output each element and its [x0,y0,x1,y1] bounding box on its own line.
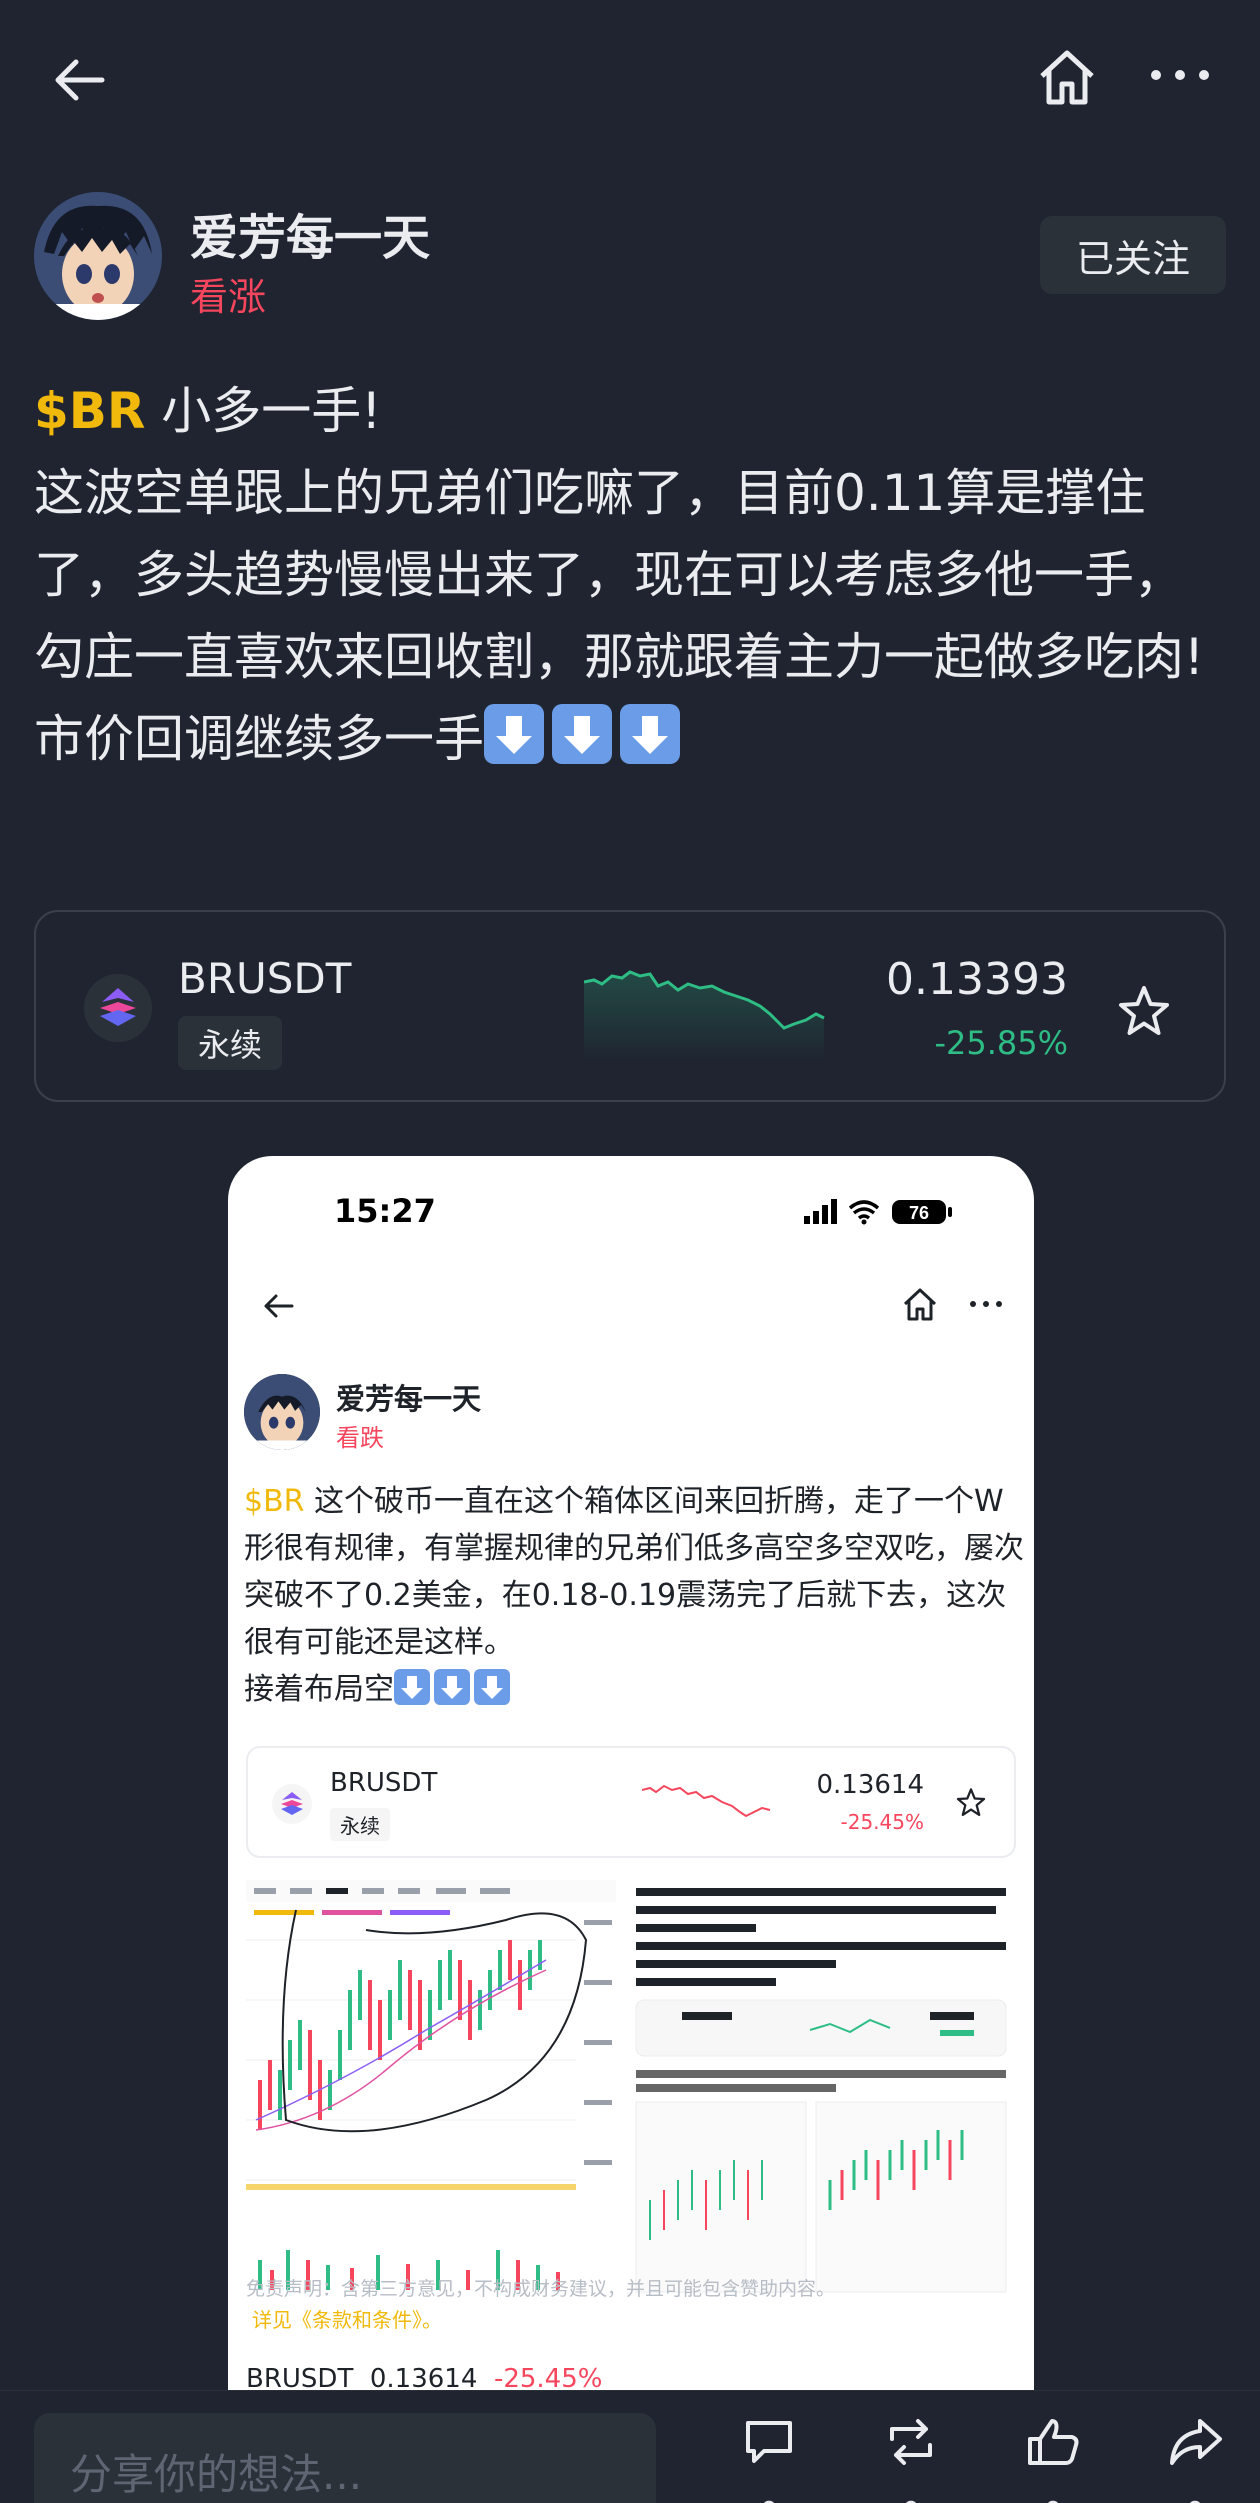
status-icons: 76 [804,1199,952,1225]
embedded-screenshot[interactable]: 15:27 76 爱芳每一天 看跌 $BR 这个破币一直在这个箱体区间来回折腾，… [228,1156,1034,2456]
like-icon [1028,2419,1079,2465]
ticker-link: $BR [244,1484,305,1519]
comment-input[interactable]: 分享你的想法... [34,2413,656,2503]
avatar[interactable] [34,192,162,320]
contract-type-tag: 永续 [178,1016,283,1070]
author-name: 爱芳每一天 [336,1382,482,1416]
down-arrow-emoji-icon [552,704,612,764]
coin-price: 0.13393 [886,954,1068,1005]
status-time: 15:27 [334,1192,436,1230]
star-icon [956,1788,986,1817]
down-arrow-emoji-icon [484,704,544,764]
post-body: $BR 小多一手! 这波空单跟上的兄弟们吃嘛了，目前0.11算是撑住了，多头趋势… [34,370,1214,780]
follow-button[interactable]: 已关注 [1040,216,1226,294]
more-dots-icon[interactable] [1148,60,1212,90]
avatar [244,1374,320,1450]
down-arrow-emoji-icon [474,1669,510,1705]
coin-card[interactable]: BRUSDT 永续 0.13393 -25.85% [34,910,1226,1102]
author-name[interactable]: 爱芳每一天 [190,198,430,268]
comment-icon [746,2421,792,2463]
coin-symbol: BRUSDT [178,954,352,1003]
sentiment-badge: 看跌 [336,1424,384,1452]
like-button[interactable]: 0 [1024,2413,1094,2503]
ticker-link[interactable]: $BR [34,382,145,440]
down-arrow-emoji-icon [620,704,680,764]
home-icon[interactable] [1034,44,1100,110]
home-icon [903,1288,937,1321]
sentiment-badge: 看涨 [190,275,267,319]
coin-change: -25.45% [840,1810,924,1834]
repost-count: 0 [882,2495,940,2503]
disclaimer-text: 免责声明：含第三方意见，不构成财务建议，并且可能包含赞助内容。 [246,2278,836,2300]
terms-link: 详见《条款和条件》。 [252,2308,442,2332]
coin-logo-icon [84,974,152,1042]
coin-logo-icon [272,1784,312,1824]
repost-icon [890,2419,932,2465]
share-icon [1170,2419,1222,2465]
coin-card: BRUSDT 永续 0.13614 -25.45% [246,1746,1016,1858]
price-sparkline [642,1784,771,1818]
post-line-1: 小多一手! [145,382,382,440]
share-count: 0 [1166,2495,1224,2503]
repost-button[interactable]: 0 [882,2413,952,2503]
price-sparkline [584,970,825,1062]
share-button[interactable]: 0 [1166,2413,1236,2503]
battery-level: 76 [909,1203,929,1223]
coin-symbol: BRUSDT [330,1768,438,1798]
bottom-action-bar: 分享你的想法... 0 0 0 0 [0,2390,1260,2503]
top-bar [0,0,1260,160]
nested-chart-screenshot [246,1880,1016,2300]
author-header: 爱芳每一天 看涨 已关注 [34,190,1226,320]
coin-price: 0.13614 [816,1770,924,1800]
back-arrow-icon[interactable] [50,50,110,110]
post-line-2: 这波空单跟上的兄弟们吃嘛了，目前0.11算是撑住了，多头趋势慢慢出来了，现在可以… [34,464,1205,686]
like-count: 0 [1024,2495,1082,2503]
contract-type-tag: 永续 [330,1808,390,1841]
post-line-3: 市价回调继续多一手 [34,710,484,768]
embedded-post-text: 这个破币一直在这个箱体区间来回折腾，走了一个W形很有规律，有掌握规律的兄弟们低多… [244,1484,1024,1660]
embedded-post-text-2: 接着布局空 [244,1672,394,1707]
comment-button[interactable]: 0 [740,2413,810,2503]
coin-change: -25.85% [934,1024,1068,1062]
comment-count: 0 [740,2495,798,2503]
more-dots-icon [970,1301,1002,1307]
embedded-post-body: $BR 这个破币一直在这个箱体区间来回折腾，走了一个W形很有规律，有掌握规律的兄… [244,1478,1024,1713]
back-arrow-icon [264,1294,294,1318]
nested-post-preview-image [630,1880,1016,2300]
down-arrow-emoji-icon [394,1669,430,1705]
candlestick-chart-image [246,1880,616,2300]
down-arrow-emoji-icon [434,1669,470,1705]
star-icon[interactable] [1114,982,1174,1042]
